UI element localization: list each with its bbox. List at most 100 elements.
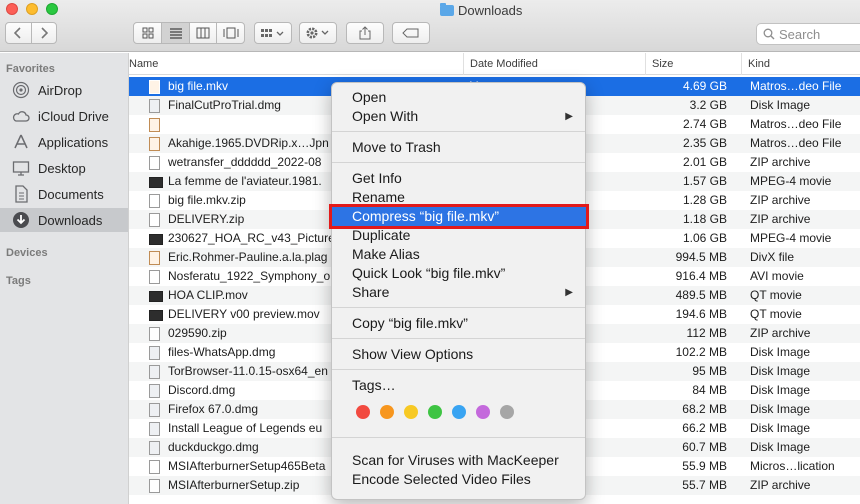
column-header-date-modified[interactable]: Date Modified — [463, 53, 645, 75]
file-icon — [149, 327, 163, 341]
finder-toolbar: Downloads Search — [0, 0, 860, 52]
tag-color-dot[interactable] — [404, 405, 418, 419]
file-size: 2.01 GB — [682, 155, 727, 169]
forward-button[interactable] — [30, 23, 56, 43]
search-field[interactable]: Search — [756, 23, 860, 45]
menu-item-open[interactable]: Open — [332, 88, 585, 107]
column-header-size[interactable]: Size — [645, 53, 741, 75]
sidebar-item-documents[interactable]: Documents — [0, 182, 128, 206]
file-size: 4.69 GB — [682, 79, 727, 93]
action-button[interactable] — [299, 22, 337, 44]
file-size: 1.06 GB — [682, 231, 727, 245]
file-icon — [149, 80, 163, 94]
menu-item-show-view-options[interactable]: Show View Options — [332, 345, 585, 364]
menu-item-share[interactable]: Share ▶ — [332, 283, 585, 302]
cloud-icon — [12, 107, 30, 125]
sidebar-item-label: Documents — [38, 186, 104, 202]
file-size: 2.35 GB — [682, 136, 727, 150]
file-icon — [149, 156, 163, 170]
zoom-window-button[interactable] — [46, 3, 58, 15]
file-kind: ZIP archive — [750, 478, 811, 492]
sidebar-item-label: iCloud Drive — [38, 108, 109, 124]
group-by-button[interactable] — [254, 22, 292, 44]
chevron-left-icon — [14, 27, 22, 39]
menu-item-compress[interactable]: Compress “big file.mkv” — [329, 204, 589, 229]
column-header-label: Date Modified — [470, 58, 538, 70]
document-icon — [12, 185, 30, 203]
menu-item-quick-look[interactable]: Quick Look “big file.mkv” — [332, 264, 585, 283]
file-kind: ZIP archive — [750, 193, 811, 207]
file-size: 2.74 GB — [682, 117, 727, 131]
sidebar-item-icloud-drive[interactable]: iCloud Drive — [0, 104, 128, 128]
file-size: 95 MB — [692, 364, 727, 378]
file-kind: Disk Image — [750, 98, 811, 112]
file-kind: Matros…deo File — [750, 117, 842, 131]
sidebar-item-applications[interactable]: Applications — [0, 130, 128, 154]
icon-view-button[interactable] — [134, 23, 161, 43]
column-view-button[interactable] — [188, 23, 217, 43]
file-icon — [149, 441, 163, 455]
tag-color-dot[interactable] — [500, 405, 514, 419]
file-kind: Matros…deo File — [750, 136, 842, 150]
file-size: 1.18 GB — [682, 212, 727, 226]
tag-color-dot[interactable] — [428, 405, 442, 419]
file-icon — [149, 346, 163, 360]
edit-tags-button[interactable] — [392, 22, 430, 44]
navigation-buttons — [5, 22, 57, 44]
menu-item-get-info[interactable]: Get Info — [332, 169, 585, 188]
file-icon — [149, 460, 163, 474]
menu-separator — [332, 437, 585, 438]
share-icon — [359, 26, 371, 40]
list-header: Name Date Modified Size Kind — [129, 53, 860, 75]
minimize-window-button[interactable] — [26, 3, 38, 15]
tag-color-dot[interactable] — [452, 405, 466, 419]
file-size: 102.2 MB — [675, 345, 727, 359]
menu-item-copy[interactable]: Copy “big file.mkv” — [332, 314, 585, 333]
file-size: 55.9 MB — [682, 459, 727, 473]
tag-color-dot[interactable] — [380, 405, 394, 419]
menu-separator — [332, 338, 585, 339]
file-size: 194.6 MB — [675, 307, 727, 321]
sidebar-item-desktop[interactable]: Desktop — [0, 156, 128, 180]
menu-item-move-to-trash[interactable]: Move to Trash — [332, 138, 585, 157]
menu-item-duplicate[interactable]: Duplicate — [332, 226, 585, 245]
tag-color-dot[interactable] — [356, 405, 370, 419]
menu-item-scan-viruses[interactable]: Scan for Viruses with MacKeeper — [332, 451, 585, 470]
chevron-right-icon — [41, 27, 48, 39]
submenu-arrow-icon: ▶ — [565, 287, 573, 298]
menu-separator — [332, 162, 585, 163]
gallery-view-button[interactable] — [216, 23, 244, 43]
column-header-label: Kind — [748, 58, 771, 70]
context-menu: Open Open With ▶ Move to Trash Get Info … — [329, 82, 589, 500]
menu-item-make-alias[interactable]: Make Alias — [332, 245, 585, 264]
tag-color-dot[interactable] — [476, 405, 490, 419]
gallery-icon — [223, 27, 239, 39]
column-header-name[interactable]: Name — [123, 53, 463, 75]
menu-separator — [332, 369, 585, 370]
share-button[interactable] — [346, 22, 384, 44]
file-icon — [149, 213, 163, 227]
file-kind: MPEG-4 movie — [750, 174, 832, 188]
tag-icon — [402, 28, 419, 38]
file-size: 916.4 MB — [675, 269, 727, 283]
file-kind: Disk Image — [750, 421, 811, 435]
menu-item-encode-video[interactable]: Encode Selected Video Files — [332, 470, 585, 489]
applications-icon — [12, 133, 30, 151]
list-view-button[interactable] — [161, 23, 189, 43]
column-header-kind[interactable]: Kind — [741, 53, 860, 75]
menu-item-open-with[interactable]: Open With ▶ — [332, 107, 585, 126]
file-icon — [149, 232, 163, 246]
file-icon — [149, 194, 163, 208]
menu-item-tags[interactable]: Tags… — [332, 376, 585, 395]
menu-item-rename[interactable]: Rename — [332, 188, 585, 207]
file-size: 66.2 MB — [682, 421, 727, 435]
column-header-label: Name — [129, 58, 159, 70]
close-window-button[interactable] — [6, 3, 18, 15]
back-button[interactable] — [6, 23, 31, 43]
file-icon — [149, 137, 163, 151]
sidebar-item-airdrop[interactable]: AirDrop — [0, 78, 128, 102]
grid-icon — [142, 27, 154, 39]
sidebar-item-downloads[interactable]: Downloads — [0, 208, 128, 232]
sidebar: Favorites AirDrop iCloud Drive Applicati… — [0, 53, 129, 504]
file-kind: Matros…deo File — [750, 79, 842, 93]
